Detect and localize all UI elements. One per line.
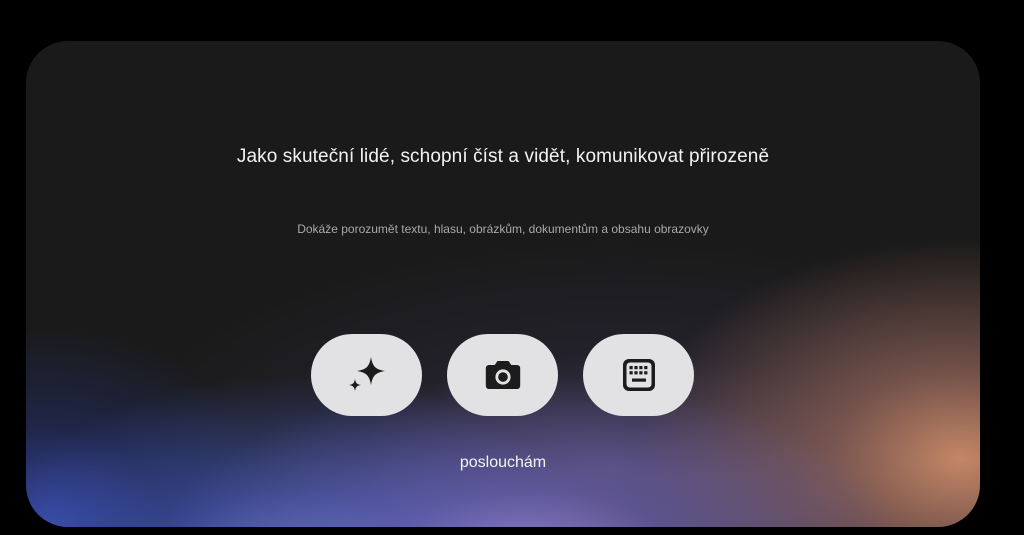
subline-text: Dokáže porozumět textu, hlasu, obrázkům,… (297, 222, 709, 236)
keyboard-button[interactable] (583, 334, 694, 416)
assistant-card: Jako skuteční lidé, schopní číst a vidět… (26, 41, 980, 527)
keyboard-icon (617, 353, 661, 397)
ai-assist-button[interactable] (311, 334, 422, 416)
headline-text: Jako skuteční lidé, schopní číst a vidět… (236, 146, 770, 167)
action-buttons (311, 334, 694, 416)
camera-button[interactable] (447, 334, 558, 416)
camera-icon (481, 353, 525, 397)
sparkle-icon (344, 352, 390, 398)
listening-status: poslouchám (459, 454, 547, 471)
